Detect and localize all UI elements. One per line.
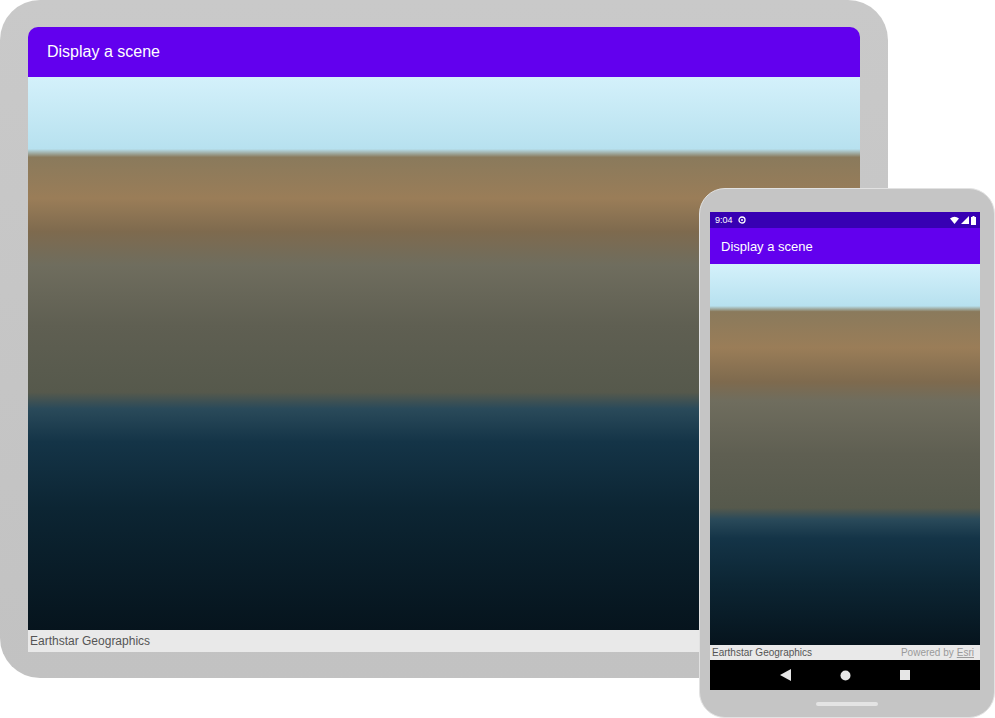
attribution-text: Earthstar Geographics — [30, 634, 150, 648]
home-indicator — [816, 702, 878, 706]
status-time: 9:04 — [715, 215, 733, 225]
phone-chin — [710, 690, 980, 717]
powered-by: Powered byEsri — [901, 647, 978, 658]
notification-icon — [738, 216, 746, 224]
home-icon — [840, 670, 851, 681]
overview-icon — [900, 670, 910, 680]
app-bar: Display a scene — [28, 27, 860, 77]
signal-icon — [961, 216, 969, 224]
wifi-icon — [950, 216, 959, 224]
scene-view[interactable] — [710, 264, 980, 645]
phone-frame: 9:04 Display a scene Earthstar Geographics… — [699, 188, 995, 718]
app-title: Display a scene — [47, 43, 160, 61]
navigation-bar — [710, 660, 980, 690]
attribution-text: Earthstar Geographics — [712, 647, 812, 658]
home-button[interactable] — [838, 668, 852, 682]
overview-button[interactable] — [898, 668, 912, 682]
device-showcase: Display a sceneEarthstar Geographics9:04… — [0, 0, 995, 718]
app-title: Display a scene — [721, 239, 813, 254]
status-bar: 9:04 — [710, 212, 980, 228]
attribution-bar: Earthstar Geographics Powered byEsri — [710, 645, 980, 660]
powered-by-text: Powered by — [901, 647, 954, 658]
battery-icon — [971, 216, 976, 225]
back-icon — [780, 669, 791, 681]
phone-screen: 9:04 Display a scene Earthstar Geographics… — [710, 212, 980, 690]
app-bar: Display a scene — [710, 228, 980, 264]
back-button[interactable] — [778, 668, 792, 682]
esri-link[interactable]: Esri — [957, 647, 974, 658]
